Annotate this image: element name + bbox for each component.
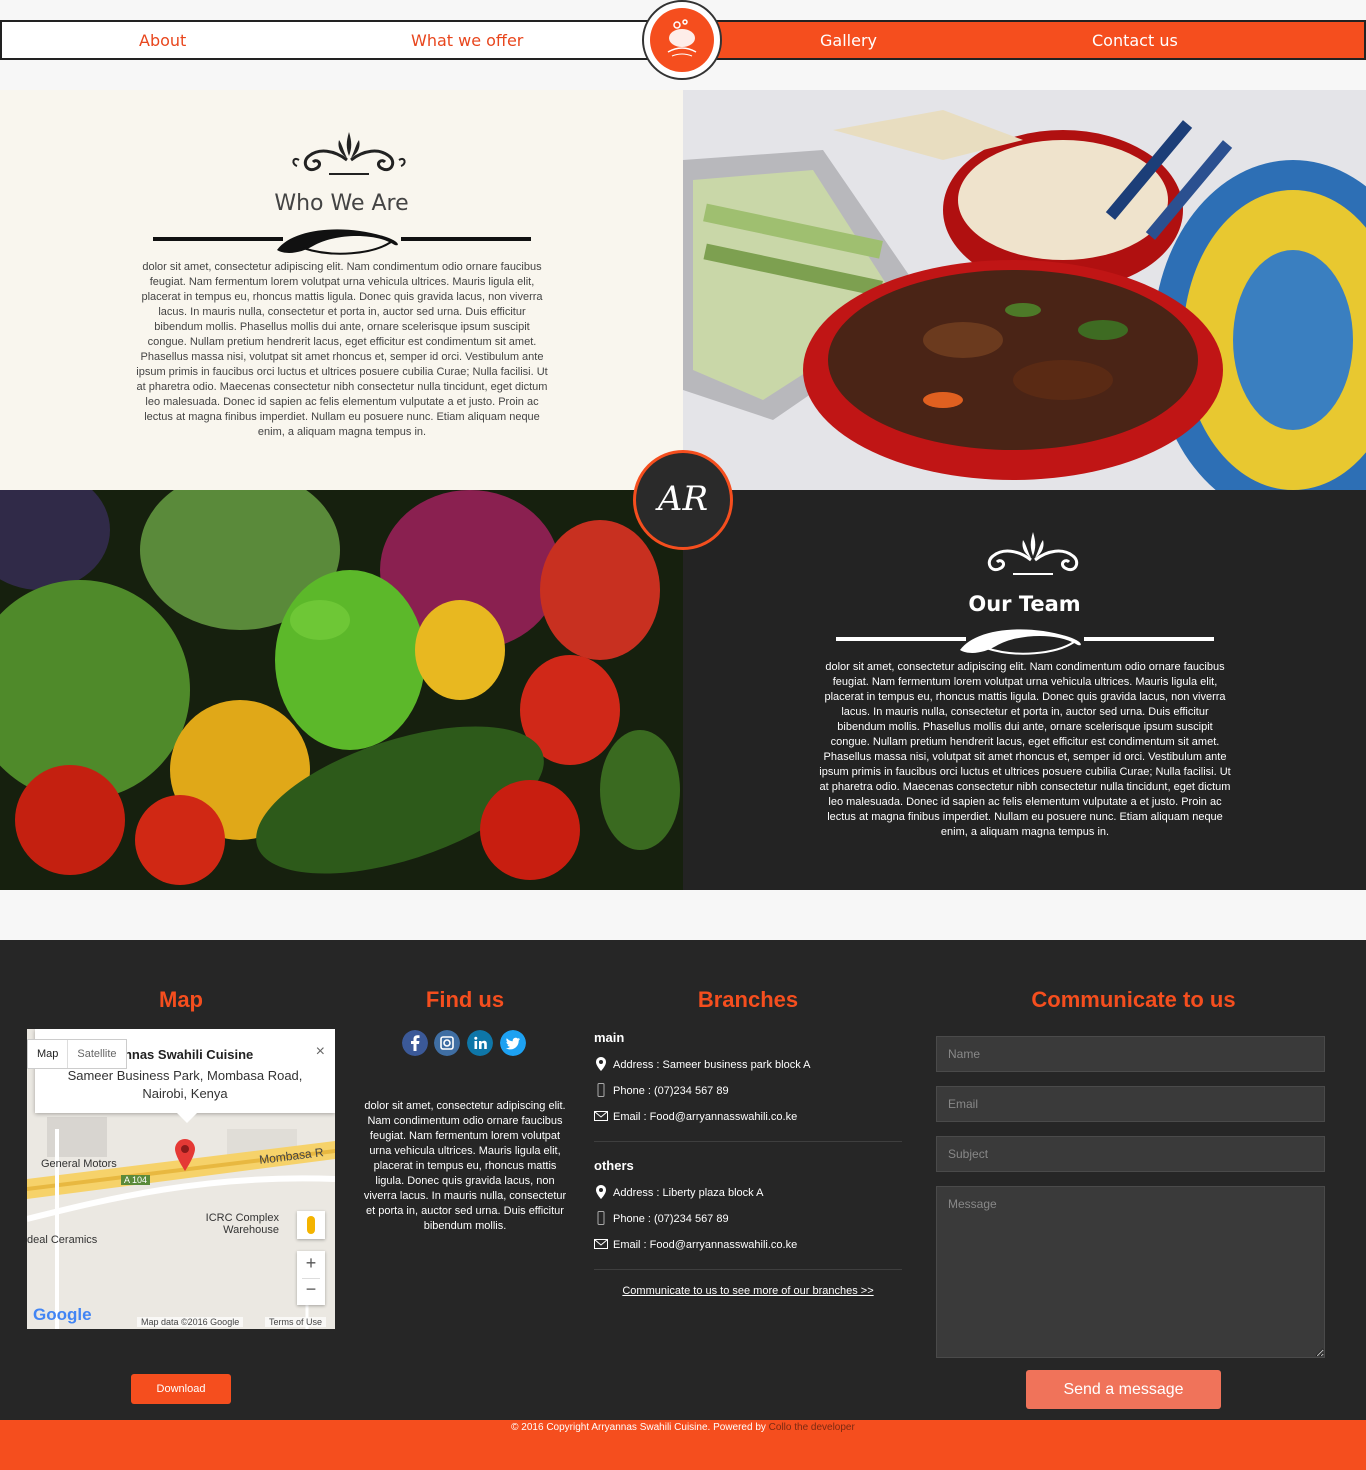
subject-input[interactable] [936,1136,1325,1172]
who-we-are-section: Who We Are dolor sit amet, consectetur a… [0,90,683,490]
instagram-icon[interactable] [434,1030,460,1056]
divider-flourish-icon [153,229,531,255]
vegetables-image [0,490,683,890]
branch-others-phone: Phone : (07)234 567 89 [613,1213,729,1225]
envelope-icon [594,1239,608,1249]
location-pin-icon [596,1057,606,1071]
ar-monogram-badge: AR [633,450,733,550]
close-icon[interactable]: × [316,1043,325,1061]
developer-link[interactable]: Collo the developer [769,1422,855,1433]
copyright-bar: © 2016 Copyright Arryannas Swahili Cuisi… [0,1420,1366,1470]
zoom-out-icon[interactable]: − [297,1279,325,1300]
download-button[interactable]: Download [131,1374,231,1404]
branch-divider [594,1269,902,1270]
twitter-icon[interactable] [500,1030,526,1056]
flourish-ornament-icon [292,132,406,175]
map-type-map-button[interactable]: Map [28,1040,67,1068]
map-terms-link[interactable]: Terms of Use [265,1317,327,1327]
nav-bar-left: About What we offer [0,20,650,60]
branch-others-email[interactable]: Email : Food@arryannasswahili.co.ke [613,1239,797,1251]
branch-divider [594,1141,902,1142]
nav-contact-link[interactable]: Contact us [1092,31,1178,50]
google-logo: Google [33,1305,92,1324]
map-data-credit: Map data ©2016 Google [137,1317,244,1327]
vegetables-photo [0,490,683,890]
food-dish-photo [683,90,1366,490]
our-team-section: Our Team dolor sit amet, consectetur adi… [683,490,1366,890]
footer: Map annas Swahili Cuisine Sameer Busines… [0,940,1366,1420]
who-we-are-title: Who We Are [274,191,409,216]
logo-emblem [650,8,714,72]
map-type-satellite-button[interactable]: Satellite [67,1040,125,1068]
find-us-title: Find us [425,987,505,1012]
email-input[interactable] [936,1086,1325,1122]
find-us-text: dolor sit amet, consectetur adipiscing e… [363,1100,567,1232]
location-pin-icon [596,1185,606,1199]
info-window-tail [177,1113,197,1123]
page: About What we offer Gallery Contact us W… [0,0,1366,1470]
mobile-phone-icon [597,1211,605,1225]
google-map[interactable]: annas Swahili Cuisine Sameer Business Pa… [27,1029,335,1329]
nav-bar-right: Gallery Contact us [716,20,1366,60]
envelope-icon [594,1111,608,1121]
our-team-title: Our Team [968,592,1081,616]
branches-title: Branches [697,987,799,1012]
linkedin-icon[interactable] [467,1030,493,1056]
map-label-ceramics: deal Ceramics [27,1234,98,1246]
branch-main-email[interactable]: Email : Food@arryannasswahili.co.ke [613,1111,797,1123]
map-place-address: Sameer Business Park, Mombasa Road, Nair… [67,1068,303,1101]
map-label-road-shield: A 104 [121,1175,151,1185]
nav-offer-link[interactable]: What we offer [411,31,523,50]
zoom-in-icon[interactable]: + [297,1253,325,1274]
copyright-text: © 2016 Copyright Arryannas Swahili Cuisi… [511,1422,769,1433]
map-label-gm: General Motors [41,1158,117,1170]
message-textarea[interactable] [936,1186,1325,1358]
mobile-phone-icon [597,1083,605,1097]
branch-main-heading: main [594,1030,625,1045]
facebook-icon[interactable] [402,1030,428,1056]
send-message-button[interactable]: Send a message [1026,1370,1221,1409]
nav-gallery-link[interactable]: Gallery [820,31,877,50]
divider-flourish-icon [836,629,1214,655]
flourish-ornament-icon [987,532,1079,575]
pegman-icon[interactable] [297,1211,325,1239]
name-input[interactable] [936,1036,1325,1072]
branch-main-phone: Phone : (07)234 567 89 [613,1085,729,1097]
ar-monogram-text: AR [657,479,709,519]
who-we-are-text: dolor sit amet, consectetur adipiscing e… [136,261,548,438]
our-team-text: dolor sit amet, consectetur adipiscing e… [819,661,1231,838]
chef-logo-icon [667,19,697,57]
branch-main-address: Address : Sameer business park block A [613,1059,811,1071]
map-pin-icon[interactable] [175,1139,195,1171]
site-logo[interactable] [642,0,722,80]
food-dish-image [683,90,1366,490]
map-title: Map [159,987,203,1012]
nav-about-link[interactable]: About [139,31,186,50]
contact-title: Communicate to us [1031,987,1236,1012]
copyright-line: © 2016 Copyright Arryannas Swahili Cuisi… [0,1422,1366,1433]
map-type-toggle: Map Satellite [27,1039,127,1069]
more-branches-link[interactable]: Communicate to us to see more of our bra… [594,1285,902,1297]
branch-others-address: Address : Liberty plaza block A [613,1187,764,1199]
map-label-icrc: ICRC Complex Warehouse [205,1212,279,1236]
branch-others-heading: others [594,1158,634,1173]
zoom-controls: + − [297,1251,325,1305]
